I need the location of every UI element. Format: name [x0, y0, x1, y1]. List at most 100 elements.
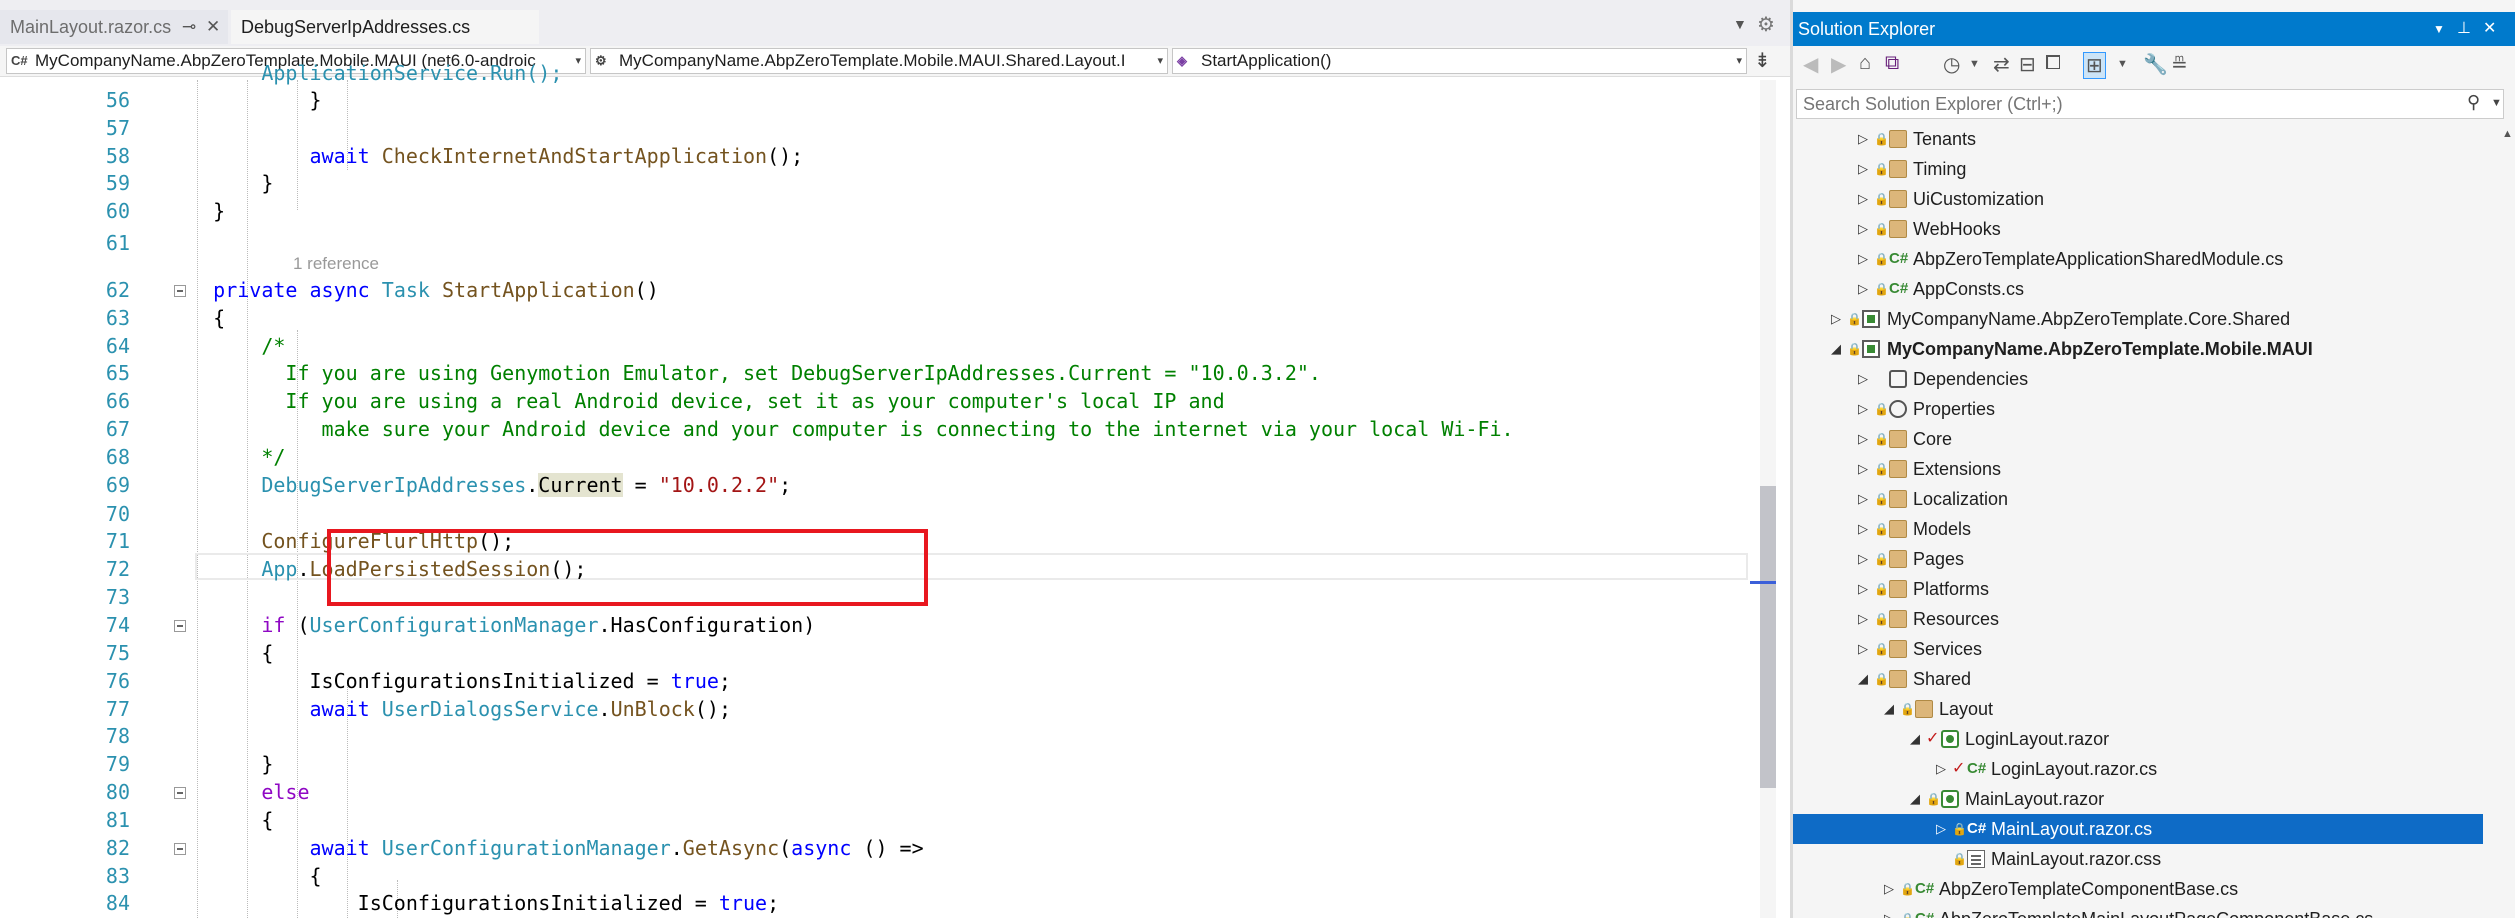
expand-arrow-icon[interactable]: ▷ — [1858, 244, 1868, 274]
tree-item-abpzerotemplatecomponentbase[interactable]: ▷ 🔒 C# AbpZeroTemplateComponentBase.cs — [1793, 874, 2483, 904]
expand-arrow-icon[interactable]: ▷ — [1858, 394, 1868, 424]
switch-views-icon[interactable]: ⧉ — [1885, 52, 1899, 75]
search-icon[interactable]: ⚲ — [2467, 92, 2480, 113]
expand-arrow-icon[interactable]: ▷ — [1858, 604, 1868, 634]
forward-icon[interactable]: ▶ — [1831, 52, 1846, 77]
code-text: { — [165, 808, 274, 832]
close-icon[interactable]: ✕ — [206, 10, 220, 44]
tree-item-mainlayout-razor-css[interactable]: 🔒 MainLayout.razor.css — [1793, 844, 2483, 874]
preview-selected-items-icon[interactable]: ≞ — [2171, 52, 2188, 77]
tree-item-label: UiCustomization — [1913, 189, 2045, 209]
collapse-arrow-icon[interactable]: ◢ — [1910, 724, 1920, 754]
back-icon[interactable]: ◀ — [1803, 52, 1818, 77]
tree-item-platforms[interactable]: ▷ 🔒 Platforms — [1793, 574, 2483, 604]
expand-arrow-icon[interactable]: ▷ — [1884, 904, 1894, 918]
line-number: 80 — [105, 780, 130, 804]
expand-arrow-icon[interactable]: ▷ — [1858, 184, 1868, 214]
checked-out-icon: ✓ — [1926, 730, 1940, 747]
tree-item-pages[interactable]: ▷ 🔒 Pages — [1793, 544, 2483, 574]
expand-arrow-icon[interactable]: ▷ — [1858, 514, 1868, 544]
collapse-arrow-icon[interactable]: ◢ — [1910, 784, 1920, 814]
tree-item-models[interactable]: ▷ 🔒 Models — [1793, 514, 2483, 544]
search-input[interactable] — [1803, 94, 2403, 115]
tab-mainlayout-razor-cs[interactable]: MainLayout.razor.cs ⊸ ✕ — [0, 10, 228, 44]
tree-item-shared[interactable]: ◢ 🔒 Shared — [1793, 664, 2483, 694]
code-area[interactable]: ApplicationService.Run(); 56 } 57 58 awa… — [0, 61, 1760, 918]
tree-item-label: Models — [1913, 519, 1972, 539]
tree-item-mainlayout-razor-cs[interactable]: ▷ 🔒 C# MainLayout.razor.cs — [1793, 814, 2483, 844]
folder-icon — [1889, 610, 1907, 628]
expand-arrow-icon[interactable]: ▷ — [1858, 484, 1868, 514]
pin-icon[interactable]: ⊥ — [2457, 12, 2471, 46]
tree-item-resources[interactable]: ▷ 🔒 Resources — [1793, 604, 2483, 634]
tree-item-webhooks[interactable]: ▷ 🔒 WebHooks — [1793, 214, 2483, 244]
codelens-reference-link[interactable]: 1 reference — [293, 253, 379, 275]
code-text: await UserConfigurationManager.GetAsync(… — [309, 836, 924, 860]
properties-wrench-icon[interactable]: 🔧 — [2143, 52, 2168, 77]
lock-icon: 🔒 — [1874, 192, 1889, 206]
tree-item-appconsts[interactable]: ▷ 🔒 C# AppConsts.cs — [1793, 274, 2483, 304]
expand-arrow-icon[interactable]: ▷ — [1858, 214, 1868, 244]
tree-item-layout[interactable]: ◢ 🔒 Layout — [1793, 694, 2483, 724]
pending-changes-filter-icon[interactable]: ◷ — [1943, 52, 1960, 77]
expand-arrow-icon[interactable]: ▷ — [1858, 454, 1868, 484]
close-icon[interactable]: ✕ — [2483, 12, 2496, 46]
expand-arrow-icon[interactable]: ▷ — [1936, 754, 1946, 784]
editor-scrollbar-thumb[interactable] — [1760, 486, 1776, 788]
tree-item-abpzerotemplatemainlayoutpagecomponentbase[interactable]: ▷ 🔒 C# AbpZeroTemplateMainLayoutPageComp… — [1793, 904, 2483, 918]
collapse-arrow-icon[interactable]: ◢ — [1884, 694, 1894, 724]
scroll-up-icon[interactable]: ▲ — [2502, 128, 2513, 140]
collapse-arrow-icon[interactable]: ◢ — [1831, 334, 1841, 364]
tree-item-loginlayout-razor[interactable]: ◢ ✓ LoginLayout.razor — [1793, 724, 2483, 754]
tree-item-core[interactable]: ▷ 🔒 Core — [1793, 424, 2483, 454]
pin-icon[interactable]: ⊸ — [182, 10, 196, 44]
gear-icon[interactable]: ⚙ — [1757, 12, 1775, 37]
expand-arrow-icon[interactable]: ▷ — [1858, 634, 1868, 664]
search-options-dropdown-icon[interactable]: ▼ — [2491, 97, 2502, 109]
tree-item-uicustomization[interactable]: ▷ 🔒 UiCustomization — [1793, 184, 2483, 214]
tree-item-mainlayout-razor[interactable]: ◢ 🔒 MainLayout.razor — [1793, 784, 2483, 814]
expand-arrow-icon[interactable]: ▷ — [1858, 364, 1868, 394]
tab-list-dropdown-icon[interactable]: ▼ — [1733, 16, 1747, 32]
tree-item-core-shared-project[interactable]: ▷ 🔒 MyCompanyName.AbpZeroTemplate.Core.S… — [1793, 304, 2483, 334]
expand-arrow-icon[interactable]: ▷ — [1884, 874, 1894, 904]
tree-item-services[interactable]: ▷ 🔒 Services — [1793, 634, 2483, 664]
window-position-dropdown-icon[interactable]: ▼ — [2433, 12, 2445, 46]
tree-item-abpzerotemplateapplicationsharedmodule[interactable]: ▷ 🔒 C# AbpZeroTemplateApplicationSharedM… — [1793, 244, 2483, 274]
tree-item-label: Core — [1913, 429, 1953, 449]
tree-item-localization[interactable]: ▷ 🔒 Localization — [1793, 484, 2483, 514]
solution-explorer-scrollbar[interactable] — [2498, 124, 2515, 918]
expand-arrow-icon[interactable]: ▷ — [1858, 154, 1868, 184]
expand-arrow-icon[interactable]: ▷ — [1858, 124, 1868, 154]
folder-icon — [1889, 190, 1907, 208]
solution-explorer-search-box[interactable]: ⚲ ▼ — [1796, 89, 2504, 119]
tree-item-loginlayout-razor-cs[interactable]: ▷ ✓ C# LoginLayout.razor.cs — [1793, 754, 2483, 784]
chevron-down-icon[interactable]: ▼ — [1969, 58, 1980, 70]
tree-item-tenants[interactable]: ▷ 🔒 Tenants — [1793, 124, 2483, 154]
expand-arrow-icon[interactable]: ▷ — [1858, 544, 1868, 574]
tree-item-properties[interactable]: ▷ 🔒 Properties — [1793, 394, 2483, 424]
line-number: 73 — [105, 585, 130, 609]
track-active-item-icon[interactable]: ⊞ — [2083, 52, 2106, 79]
code-text: } — [165, 88, 322, 112]
tree-item-dependencies[interactable]: ▷ Dependencies — [1793, 364, 2483, 394]
code-text: DebugServerIpAddresses.Current = "10.0.2… — [261, 473, 792, 497]
lock-icon: 🔒 — [1874, 282, 1889, 296]
code-line-57: 57 — [0, 115, 1760, 142]
home-icon[interactable]: ⌂ — [1859, 52, 1871, 75]
tab-debugserveripaddresses-cs[interactable]: DebugServerIpAddresses.cs — [231, 10, 539, 44]
tree-item-mobile-maui-project[interactable]: ◢ 🔒 MyCompanyName.AbpZeroTemplate.Mobile… — [1793, 334, 2483, 364]
show-all-files-icon[interactable]: ⧠ — [2045, 52, 2061, 75]
sync-with-document-icon[interactable]: ⇄ — [1993, 52, 2010, 77]
chevron-down-icon[interactable]: ▼ — [2117, 58, 2128, 70]
tree-item-timing[interactable]: ▷ 🔒 Timing — [1793, 154, 2483, 184]
collapse-all-icon[interactable]: ⊟ — [2019, 52, 2036, 77]
expand-arrow-icon[interactable]: ▷ — [1858, 574, 1868, 604]
tree-item-extensions[interactable]: ▷ 🔒 Extensions — [1793, 454, 2483, 484]
expand-arrow-icon[interactable]: ▷ — [1936, 814, 1946, 844]
expand-arrow-icon[interactable]: ▷ — [1858, 424, 1868, 454]
expand-arrow-icon[interactable]: ▷ — [1858, 274, 1868, 304]
tree-item-label: MyCompanyName.AbpZeroTemplate.Core.Share… — [1887, 309, 2291, 329]
expand-arrow-icon[interactable]: ▷ — [1831, 304, 1841, 334]
collapse-arrow-icon[interactable]: ◢ — [1858, 664, 1868, 694]
